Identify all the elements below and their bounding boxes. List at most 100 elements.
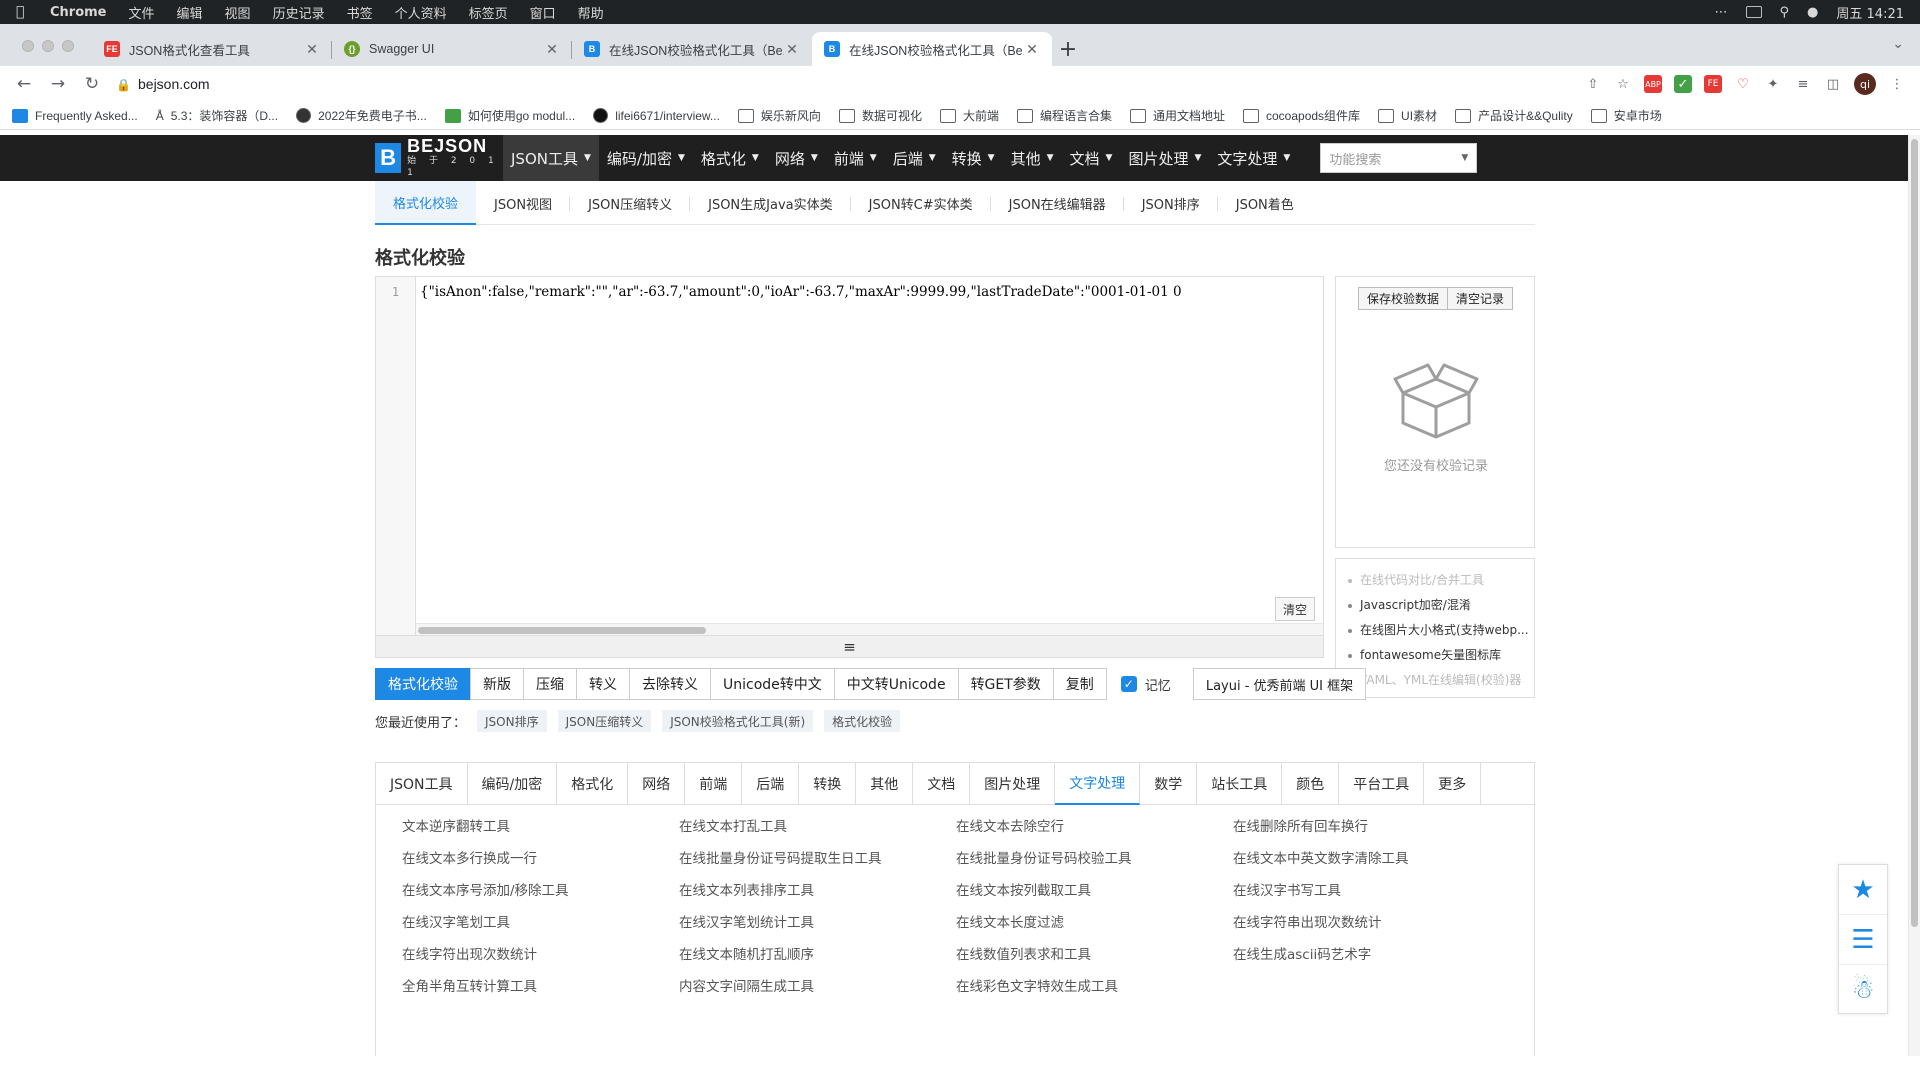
bookmark-folder[interactable]: 娱乐新风向 [737,107,821,124]
subtab-json-csharp[interactable]: JSON转C#实体类 [851,181,991,225]
bookmark-item[interactable]: Frequently Asked... [12,108,138,123]
editor-horizontal-scrollbar[interactable] [416,623,1323,635]
new-version-button[interactable]: 新版 [470,668,524,700]
more-icon[interactable]: ⋯ [1715,5,1728,20]
browser-tab-1[interactable]: FE JSON格式化查看工具 ✕ [92,32,332,66]
menu-window[interactable]: 窗口 [530,3,556,22]
reading-list-icon[interactable]: ≡ [1794,75,1812,93]
subtab-format-validate[interactable]: 格式化校验 [375,181,477,225]
tool-link[interactable]: 在线汉字笔划统计工具 [679,911,956,935]
tool-link[interactable]: 在线文本打乱工具 [679,815,956,839]
tool-link[interactable]: 在线文本多行换成一行 [402,847,679,871]
forward-button[interactable]: → [44,70,72,98]
recent-tag[interactable]: 格式化校验 [824,710,901,732]
layui-link-button[interactable]: Layui - 优秀前端 UI 框架 [1192,668,1367,700]
tool-link[interactable]: 在线彩色文字特效生成工具 [956,975,1233,999]
subtab-json-compress[interactable]: JSON压缩转义 [570,181,691,225]
feature-search-select[interactable]: 功能搜索 ▼ [1320,143,1478,173]
bookmark-folder[interactable]: cocoapods组件库 [1243,107,1360,124]
unescape-button[interactable]: 去除转义 [629,668,711,700]
tool-tab[interactable]: 前端 [685,763,743,805]
tool-link[interactable]: 全角半角互转计算工具 [402,975,679,999]
related-link[interactable]: fontawesome矢量图标库 [1348,646,1530,671]
browser-tab-3[interactable]: B 在线JSON校验格式化工具（Be... ✕ [572,32,812,66]
tool-link[interactable]: 在线文本中英文数字清除工具 [1233,847,1502,871]
url-text[interactable]: bejson.com [138,76,210,92]
save-validation-button[interactable]: 保存校验数据 [1358,287,1449,310]
bookmark-folder[interactable]: UI素材 [1378,107,1437,124]
nav-text[interactable]: 文字处理 ▼ [1209,135,1298,181]
related-link[interactable]: Javascript加密/混淆 [1348,596,1530,621]
side-panel-icon[interactable]: ◫ [1824,75,1842,93]
related-link[interactable]: 在线代码对比/合并工具 [1348,571,1530,596]
compress-button[interactable]: 压缩 [523,668,577,700]
profile-avatar[interactable]: qi [1854,73,1876,95]
format-validate-button[interactable]: 格式化校验 [375,668,471,700]
nav-docs[interactable]: 文档 ▼ [1062,135,1121,181]
tool-link[interactable]: 在线数值列表求和工具 [956,943,1233,967]
display-icon[interactable] [1745,6,1762,18]
tool-link[interactable]: 内容文字间隔生成工具 [679,975,956,999]
menu-list-icon[interactable]: ☰ [1839,915,1887,965]
recent-tag[interactable]: JSON压缩转义 [557,710,652,732]
bookmark-item[interactable]: lifei6671/interview... [593,108,720,123]
tool-tab[interactable]: 更多 [1424,763,1482,805]
tool-tab[interactable]: 编码/加密 [468,763,558,805]
tool-link[interactable]: 在线生成ascii码艺术字 [1233,943,1502,967]
nav-frontend[interactable]: 前端 ▼ [826,135,885,181]
subtab-json-sort[interactable]: JSON排序 [1124,181,1218,225]
editor-clear-button[interactable]: 清空 [1275,597,1315,621]
tool-link[interactable]: 在线文本长度过滤 [956,911,1233,935]
nav-other[interactable]: 其他 ▼ [1003,135,1062,181]
control-center-icon[interactable]: ● [1807,5,1818,20]
menu-help[interactable]: 帮助 [578,3,604,22]
menu-view[interactable]: 视图 [225,3,251,22]
tool-link[interactable]: 在线文本序号添加/移除工具 [402,879,679,903]
close-tab-icon[interactable]: ✕ [544,41,560,58]
bookmark-item[interactable]: Å 5.3：装饰容器（D... [156,107,278,124]
favorite-star-icon[interactable]: ★ [1839,865,1887,915]
tool-link[interactable]: 在线字符出现次数统计 [402,943,679,967]
qq-penguin-icon[interactable]: ☃ [1839,965,1887,1015]
tool-link[interactable]: 在线文本去除空行 [956,815,1233,839]
escape-button[interactable]: 转义 [576,668,630,700]
bookmark-folder[interactable]: 安卓市场 [1590,107,1662,124]
tool-tab[interactable]: 其他 [856,763,914,805]
tool-link[interactable]: 文本逆序翻转工具 [402,815,679,839]
close-window-button[interactable] [22,40,34,52]
subtab-json-editor[interactable]: JSON在线编辑器 [991,181,1124,225]
new-tab-button[interactable]: + [1052,32,1084,66]
nav-network[interactable]: 网络 ▼ [767,135,826,181]
menu-app[interactable]: Chrome [50,5,107,20]
bookmark-folder[interactable]: 产品设计&&Qulity [1455,107,1573,124]
related-link[interactable]: 在线图片大小格式(支持webp... [1348,621,1530,646]
to-get-params-button[interactable]: 转GET参数 [957,668,1054,700]
nav-backend[interactable]: 后端 ▼ [885,135,944,181]
tool-tab[interactable]: 文档 [913,763,971,805]
fe-extension-icon[interactable]: FE [1704,75,1722,93]
nav-json-tools[interactable]: JSON工具 ▼ [503,135,599,181]
copy-button[interactable]: 复制 [1052,668,1107,700]
back-button[interactable]: ← [10,70,38,98]
json-editor[interactable]: 1 {"isAnon":false,"remark":"","ar":-63.7… [375,276,1324,636]
chrome-menu-icon[interactable]: ⋮ [1888,75,1906,93]
menu-bookmarks[interactable]: 书签 [347,3,373,22]
bejson-logo[interactable]: B BEJSON 始 于 2 0 1 1 [375,137,503,179]
menu-edit[interactable]: 编辑 [177,3,203,22]
close-tab-icon[interactable]: ✕ [1024,41,1040,58]
bookmark-item[interactable]: 2022年免费电子书... [296,107,427,124]
menu-profile[interactable]: 个人资料 [395,3,447,22]
tool-link[interactable]: 在线文本随机打乱顺序 [679,943,956,967]
close-tab-icon[interactable]: ✕ [784,41,800,58]
browser-tab-4-active[interactable]: B 在线JSON校验格式化工具（Be... ✕ [812,32,1052,66]
share-icon[interactable]: ⇧ [1584,75,1602,93]
menu-tab[interactable]: 标签页 [469,3,508,22]
tool-tab[interactable]: 格式化 [557,763,629,805]
tool-tab[interactable]: 平台工具 [1339,763,1425,805]
tool-tab[interactable]: 网络 [628,763,686,805]
bookmark-folder[interactable]: 通用文档地址 [1129,107,1225,124]
subtab-json-view[interactable]: JSON视图 [476,181,571,225]
extensions-puzzle-icon[interactable]: ✦ [1764,75,1782,93]
tool-link[interactable]: 在线批量身份证号码校验工具 [956,847,1233,871]
address-bar[interactable]: 🔒 bejson.com [112,70,1578,98]
